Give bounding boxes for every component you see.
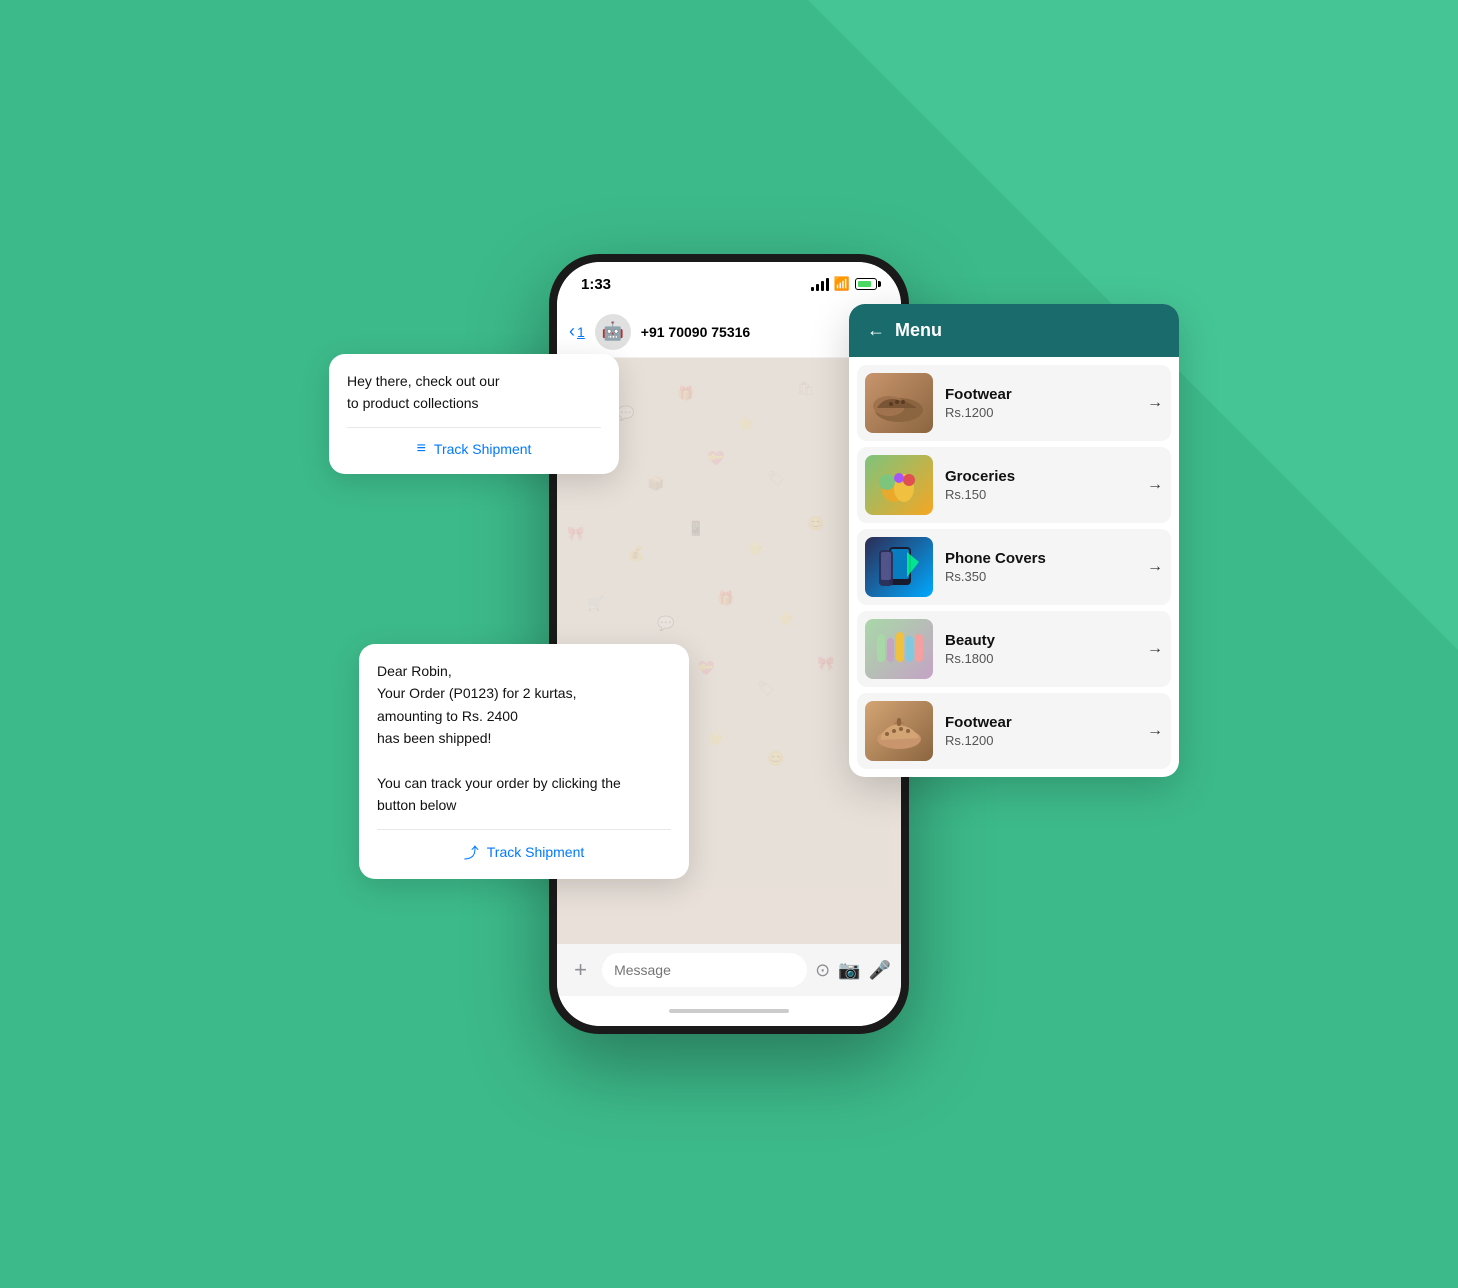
menu-item-name-beauty: Beauty xyxy=(945,632,1135,649)
menu-item-footwear-2[interactable]: Footwear Rs.1200 → xyxy=(857,693,1171,769)
home-indicator xyxy=(557,996,901,1026)
avatar: 🤖 xyxy=(595,314,631,350)
svg-text:💝: 💝 xyxy=(707,450,725,466)
status-time: 1:33 xyxy=(581,276,611,293)
menu-item-price-footwear-2: Rs.1200 xyxy=(945,733,1135,748)
divider-2 xyxy=(377,829,671,830)
message-2-text: Dear Robin, Your Order (P0123) for 2 kur… xyxy=(377,660,671,817)
menu-item-img-footwear-1 xyxy=(865,373,933,433)
menu-item-name-footwear-1: Footwear xyxy=(945,386,1135,403)
svg-text:🌟: 🌟 xyxy=(747,540,764,557)
status-icons: 📶 xyxy=(811,276,877,292)
list-icon: ≡ xyxy=(417,440,426,458)
menu-header: ← Menu xyxy=(849,304,1179,357)
menu-item-price-footwear-1: Rs.1200 xyxy=(945,405,1135,420)
back-count: 1 xyxy=(577,324,585,340)
message-1-text: Hey there, check out ourto product colle… xyxy=(347,370,601,415)
menu-title: Menu xyxy=(895,320,942,341)
menu-item-groceries[interactable]: Groceries Rs.150 → xyxy=(857,447,1171,523)
svg-text:📱: 📱 xyxy=(687,520,704,537)
divider-1 xyxy=(347,427,601,428)
menu-item-img-phone-covers xyxy=(865,537,933,597)
menu-item-info-groceries: Groceries Rs.150 xyxy=(945,468,1135,502)
svg-text:🌟: 🌟 xyxy=(707,730,724,747)
menu-item-info-phone-covers: Phone Covers Rs.350 xyxy=(945,550,1135,584)
svg-text:💰: 💰 xyxy=(627,545,644,562)
menu-item-img-footwear-2 xyxy=(865,701,933,761)
message-card-1: Hey there, check out ourto product colle… xyxy=(329,354,619,474)
svg-text:⭐: ⭐ xyxy=(737,415,754,431)
svg-text:😊: 😊 xyxy=(807,515,824,531)
menu-card: ← Menu Footwear Rs.120 xyxy=(849,304,1179,777)
back-button[interactable]: ‹ 1 xyxy=(569,321,585,342)
svg-text:🎀: 🎀 xyxy=(817,655,834,671)
menu-item-phone-covers[interactable]: Phone Covers Rs.350 → xyxy=(857,529,1171,605)
svg-text:💝: 💝 xyxy=(697,660,715,676)
svg-text:🛍: 🛍 xyxy=(797,380,815,396)
menu-item-arrow-footwear-1: → xyxy=(1147,394,1163,412)
external-link-icon: ⤴ xyxy=(464,842,479,863)
mic-icon[interactable]: 🎤 xyxy=(869,960,891,981)
menu-item-arrow-phone-covers: → xyxy=(1147,558,1163,576)
wifi-icon: 📶 xyxy=(834,276,850,292)
menu-items-list: Footwear Rs.1200 → Grocerie xyxy=(849,357,1179,777)
status-bar: 1:33 📶 xyxy=(557,262,901,306)
sticker-icon[interactable]: ⊙ xyxy=(815,960,830,981)
menu-item-price-beauty: Rs.1800 xyxy=(945,651,1135,666)
menu-item-arrow-beauty: → xyxy=(1147,640,1163,658)
message-card-2: Dear Robin, Your Order (P0123) for 2 kur… xyxy=(359,644,689,879)
menu-item-arrow-groceries: → xyxy=(1147,476,1163,494)
menu-item-info-footwear-1: Footwear Rs.1200 xyxy=(945,386,1135,420)
menu-item-name-phone-covers: Phone Covers xyxy=(945,550,1135,567)
svg-text:🛒: 🛒 xyxy=(587,595,604,612)
menu-item-img-beauty xyxy=(865,619,933,679)
track-shipment-button-1[interactable]: ≡ Track Shipment xyxy=(347,436,601,458)
track-shipment-button-2[interactable]: ⤴ Track Shipment xyxy=(377,838,671,863)
svg-text:📦: 📦 xyxy=(647,475,664,492)
svg-text:🏷: 🏷 xyxy=(767,470,785,486)
svg-text:⭐: ⭐ xyxy=(777,610,794,626)
svg-text:💬: 💬 xyxy=(617,405,635,422)
svg-text:💬: 💬 xyxy=(657,615,675,632)
svg-text:🎁: 🎁 xyxy=(717,590,734,607)
contact-name: +91 70090 75316 xyxy=(641,324,750,340)
add-attachment-button[interactable]: + xyxy=(567,955,594,985)
svg-text:🎁: 🎁 xyxy=(677,385,694,402)
camera-icon[interactable]: 📷 xyxy=(838,960,860,981)
chat-input-bar: + ⊙ 📷 🎤 xyxy=(557,944,901,996)
input-icons: ⊙ 📷 🎤 xyxy=(815,960,891,981)
svg-text:🎀: 🎀 xyxy=(567,525,584,541)
menu-item-price-phone-covers: Rs.350 xyxy=(945,569,1135,584)
svg-text:🏷: 🏷 xyxy=(757,680,775,696)
scene-container: 1:33 📶 ‹ 1 xyxy=(299,154,1159,1134)
menu-item-price-groceries: Rs.150 xyxy=(945,487,1135,502)
menu-item-beauty[interactable]: Beauty Rs.1800 → xyxy=(857,611,1171,687)
menu-item-info-footwear-2: Footwear Rs.1200 xyxy=(945,714,1135,748)
menu-item-name-groceries: Groceries xyxy=(945,468,1135,485)
battery-icon xyxy=(855,278,877,290)
menu-item-footwear-1[interactable]: Footwear Rs.1200 → xyxy=(857,365,1171,441)
svg-text:😊: 😊 xyxy=(767,750,784,766)
message-input[interactable] xyxy=(602,953,807,987)
signal-icon xyxy=(811,278,829,291)
chevron-left-icon: ‹ xyxy=(569,321,575,342)
menu-item-info-beauty: Beauty Rs.1800 xyxy=(945,632,1135,666)
menu-back-icon[interactable]: ← xyxy=(867,320,885,341)
home-bar xyxy=(669,1009,789,1013)
menu-item-arrow-footwear-2: → xyxy=(1147,722,1163,740)
menu-item-name-footwear-2: Footwear xyxy=(945,714,1135,731)
menu-item-img-groceries xyxy=(865,455,933,515)
